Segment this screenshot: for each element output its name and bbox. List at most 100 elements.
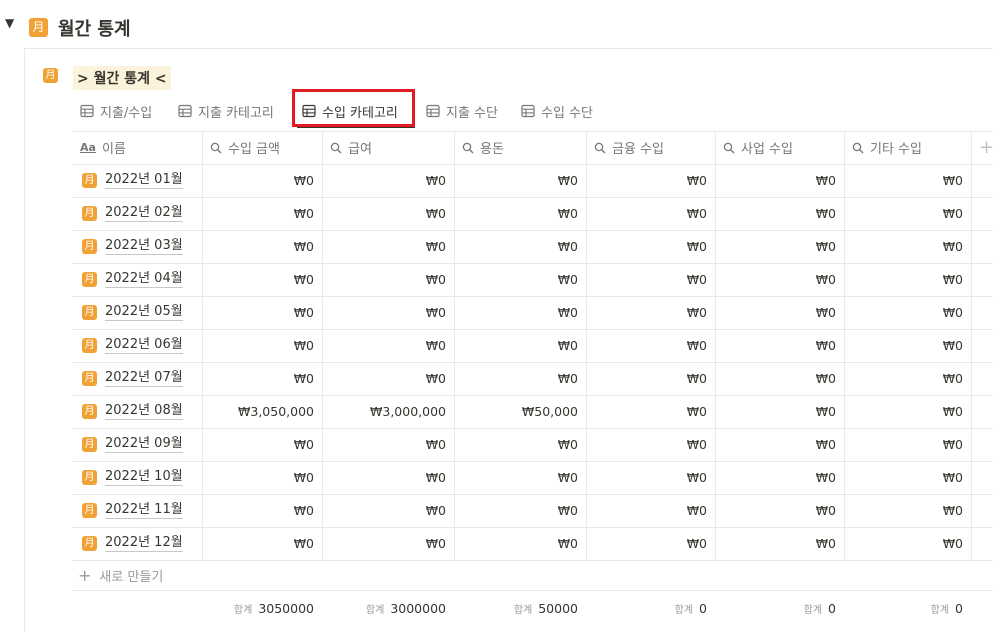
value-cell[interactable]: ₩0 [454, 296, 586, 329]
value-cell[interactable]: ₩0 [586, 230, 715, 263]
column-sum[interactable]: 합계 0 [715, 591, 844, 625]
value-cell[interactable]: ₩0 [715, 230, 844, 263]
value-cell[interactable]: ₩0 [322, 494, 454, 527]
value-cell[interactable]: ₩0 [586, 428, 715, 461]
value-cell[interactable]: ₩0 [202, 494, 322, 527]
value-cell[interactable]: ₩0 [844, 296, 971, 329]
column-header-3[interactable]: 용돈 [454, 131, 586, 164]
column-header-0[interactable]: Aa 이름 [72, 131, 202, 164]
value-cell[interactable]: ₩0 [586, 527, 715, 560]
value-cell[interactable]: ₩0 [715, 461, 844, 494]
row-name[interactable]: 2022년 11월 [105, 502, 183, 519]
value-cell[interactable]: ₩0 [844, 428, 971, 461]
value-cell[interactable]: ₩0 [715, 494, 844, 527]
table-row[interactable]: 月 2022년 01월 [72, 164, 202, 197]
column-header-6[interactable]: 기타 수입 [844, 131, 971, 164]
value-cell[interactable]: ₩0 [844, 395, 971, 428]
value-cell[interactable]: ₩0 [454, 329, 586, 362]
value-cell[interactable]: ₩0 [454, 164, 586, 197]
column-header-4[interactable]: 금융 수입 [586, 131, 715, 164]
value-cell[interactable]: ₩0 [322, 296, 454, 329]
value-cell[interactable]: ₩0 [454, 461, 586, 494]
value-cell[interactable]: ₩0 [322, 362, 454, 395]
value-cell[interactable]: ₩0 [202, 362, 322, 395]
table-row[interactable]: 月 2022년 11월 [72, 494, 202, 527]
column-sum[interactable]: 합계 50000 [454, 591, 586, 625]
value-cell[interactable]: ₩0 [715, 395, 844, 428]
value-cell[interactable]: ₩0 [454, 263, 586, 296]
column-sum[interactable]: 합계 3000000 [322, 591, 454, 625]
value-cell[interactable]: ₩0 [586, 197, 715, 230]
value-cell[interactable]: ₩0 [844, 164, 971, 197]
value-cell[interactable]: ₩0 [322, 461, 454, 494]
column-header-2[interactable]: 급여 [322, 131, 454, 164]
value-cell[interactable]: ₩0 [202, 230, 322, 263]
value-cell[interactable]: ₩0 [202, 527, 322, 560]
value-cell[interactable]: ₩0 [844, 362, 971, 395]
value-cell[interactable]: ₩0 [454, 230, 586, 263]
value-cell[interactable]: ₩50,000 [454, 395, 586, 428]
value-cell[interactable]: ₩0 [586, 296, 715, 329]
table-row[interactable]: 月 2022년 03월 [72, 230, 202, 263]
value-cell[interactable]: ₩0 [715, 164, 844, 197]
table-row[interactable]: 月 2022년 07월 [72, 362, 202, 395]
tab-0[interactable]: 지출/수입 [80, 98, 152, 124]
value-cell[interactable]: ₩0 [715, 527, 844, 560]
value-cell[interactable]: ₩0 [844, 461, 971, 494]
value-cell[interactable]: ₩0 [322, 329, 454, 362]
value-cell[interactable]: ₩0 [322, 164, 454, 197]
value-cell[interactable]: ₩3,000,000 [322, 395, 454, 428]
value-cell[interactable]: ₩0 [322, 428, 454, 461]
row-name[interactable]: 2022년 02월 [105, 205, 183, 222]
value-cell[interactable]: ₩3,050,000 [202, 395, 322, 428]
table-row[interactable]: 月 2022년 04월 [72, 263, 202, 296]
row-name[interactable]: 2022년 10월 [105, 469, 183, 486]
value-cell[interactable]: ₩0 [715, 362, 844, 395]
row-name[interactable]: 2022년 09월 [105, 436, 183, 453]
value-cell[interactable]: ₩0 [844, 197, 971, 230]
row-name[interactable]: 2022년 03월 [105, 238, 183, 255]
value-cell[interactable]: ₩0 [202, 428, 322, 461]
value-cell[interactable]: ₩0 [454, 527, 586, 560]
value-cell[interactable]: ₩0 [322, 230, 454, 263]
value-cell[interactable]: ₩0 [844, 494, 971, 527]
value-cell[interactable]: ₩0 [586, 362, 715, 395]
value-cell[interactable]: ₩0 [586, 329, 715, 362]
table-row[interactable]: 月 2022년 10월 [72, 461, 202, 494]
collapse-toggle-icon[interactable]: ▼ [5, 16, 19, 30]
value-cell[interactable]: ₩0 [202, 164, 322, 197]
tab-1[interactable]: 지출 카테고리 [178, 98, 274, 124]
row-name[interactable]: 2022년 12월 [105, 535, 183, 552]
value-cell[interactable]: ₩0 [454, 428, 586, 461]
value-cell[interactable]: ₩0 [715, 263, 844, 296]
column-header-5[interactable]: 사업 수입 [715, 131, 844, 164]
value-cell[interactable]: ₩0 [202, 461, 322, 494]
table-row[interactable]: 月 2022년 08월 [72, 395, 202, 428]
value-cell[interactable]: ₩0 [454, 362, 586, 395]
value-cell[interactable]: ₩0 [844, 527, 971, 560]
table-row[interactable]: 月 2022년 05월 [72, 296, 202, 329]
value-cell[interactable]: ₩0 [586, 263, 715, 296]
value-cell[interactable]: ₩0 [454, 494, 586, 527]
value-cell[interactable]: ₩0 [322, 197, 454, 230]
database-title[interactable]: > 월간 통계 < [73, 66, 171, 90]
column-sum[interactable]: 합계 0 [844, 591, 971, 625]
new-row-button[interactable]: + 새로 만들기 [78, 560, 163, 590]
row-name[interactable]: 2022년 07월 [105, 370, 183, 387]
value-cell[interactable]: ₩0 [322, 527, 454, 560]
value-cell[interactable]: ₩0 [586, 494, 715, 527]
row-name[interactable]: 2022년 04월 [105, 271, 183, 288]
table-row[interactable]: 月 2022년 09월 [72, 428, 202, 461]
value-cell[interactable]: ₩0 [586, 164, 715, 197]
value-cell[interactable]: ₩0 [202, 296, 322, 329]
column-header-1[interactable]: 수입 금액 [202, 131, 322, 164]
value-cell[interactable]: ₩0 [202, 263, 322, 296]
value-cell[interactable]: ₩0 [715, 329, 844, 362]
value-cell[interactable]: ₩0 [586, 461, 715, 494]
table-row[interactable]: 月 2022년 12월 [72, 527, 202, 560]
tab-4[interactable]: 수입 수단 [521, 98, 593, 124]
row-name[interactable]: 2022년 08월 [105, 403, 183, 420]
tab-3[interactable]: 지출 수단 [426, 98, 498, 124]
column-sum[interactable]: 합계 0 [586, 591, 715, 625]
value-cell[interactable]: ₩0 [715, 296, 844, 329]
